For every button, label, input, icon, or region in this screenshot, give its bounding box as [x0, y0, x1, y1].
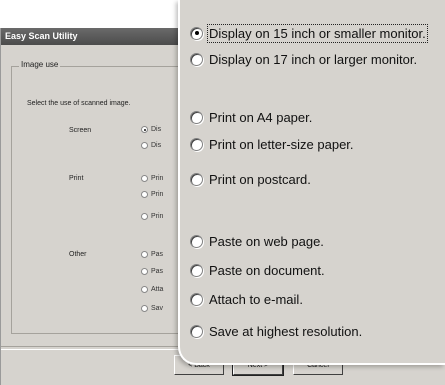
option-paste-web[interactable]: Paste on web page.: [190, 230, 324, 252]
category-other-label: Other: [69, 251, 87, 258]
radio-icon: [190, 110, 203, 124]
radio-icon: [141, 213, 148, 220]
option-display-17-inch[interactable]: Display on 17 inch or larger monitor.: [190, 48, 417, 70]
mini-option-print-1[interactable]: Prin: [141, 175, 163, 182]
radio-icon: [190, 234, 203, 248]
radio-icon: [141, 191, 148, 198]
mini-option-other-4[interactable]: Sav: [141, 305, 163, 312]
option-print-letter[interactable]: Print on letter-size paper.: [190, 133, 354, 155]
category-print-label: Print: [69, 175, 84, 182]
option-label: Attach to e-mail.: [209, 291, 303, 307]
option-attach-email[interactable]: Attach to e-mail.: [190, 288, 303, 310]
option-label: Save at highest resolution.: [209, 323, 363, 339]
option-print-postcard[interactable]: Print on postcard.: [190, 168, 311, 190]
option-save-highest[interactable]: Save at highest resolution.: [190, 320, 362, 342]
mini-option-other-1[interactable]: Pas: [141, 251, 163, 258]
instruction-text: Select the use of scanned image.: [27, 100, 131, 107]
radio-icon: [190, 263, 203, 277]
radio-icon: [141, 251, 148, 258]
option-display-15-inch[interactable]: Display on 15 inch or smaller monitor.: [190, 22, 428, 44]
option-label: Paste on web page.: [209, 233, 324, 249]
mini-option-screen-1[interactable]: Dis: [141, 126, 161, 133]
option-label: Print on postcard.: [209, 171, 311, 187]
radio-icon: [190, 137, 203, 151]
groupbox-title: Image use: [19, 60, 61, 69]
option-label: Print on A4 paper.: [209, 109, 313, 125]
mini-option-print-3[interactable]: Prin: [141, 213, 163, 220]
radio-icon: [141, 175, 148, 182]
option-label: Display on 15 inch or smaller monitor.: [207, 23, 428, 43]
category-screen-label: Screen: [69, 127, 92, 134]
zoomed-options-callout: Display on 15 inch or smaller monitor. D…: [178, 0, 445, 365]
radio-icon: [141, 286, 148, 293]
radio-icon: [141, 142, 148, 149]
radio-icon: [190, 52, 203, 66]
radio-icon: [190, 172, 203, 186]
option-label: Display on 17 inch or larger monitor.: [209, 51, 418, 67]
mini-option-print-2[interactable]: Prin: [141, 191, 163, 198]
option-print-a4[interactable]: Print on A4 paper.: [190, 106, 312, 128]
option-paste-document[interactable]: Paste on document.: [190, 259, 325, 281]
radio-selected-icon: [190, 26, 203, 40]
mini-option-other-3[interactable]: Atta: [141, 286, 163, 293]
mini-option-other-2[interactable]: Pas: [141, 268, 163, 275]
mini-option-screen-2[interactable]: Dis: [141, 142, 161, 149]
option-label: Print on letter-size paper.: [209, 136, 354, 152]
radio-icon: [190, 292, 203, 306]
radio-icon: [141, 268, 148, 275]
radio-icon: [190, 324, 203, 338]
radio-icon: [141, 126, 148, 133]
radio-icon: [141, 305, 148, 312]
option-label: Paste on document.: [209, 262, 325, 278]
